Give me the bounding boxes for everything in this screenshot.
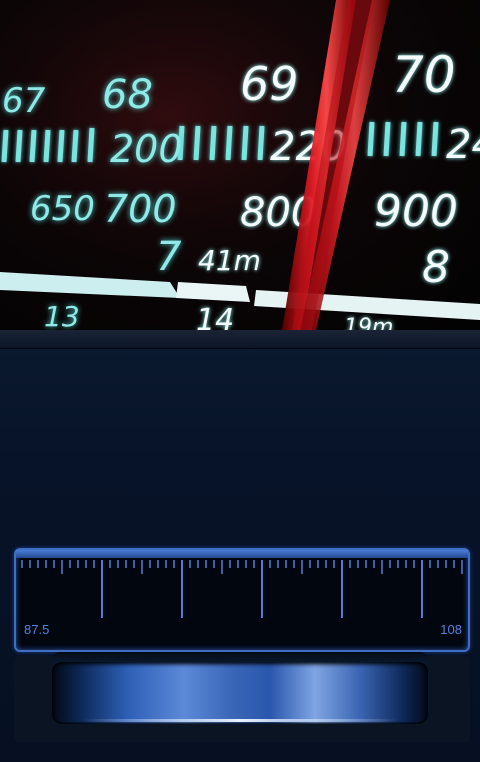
dial-number: 700 bbox=[104, 187, 177, 231]
dial-number: 19m bbox=[344, 315, 393, 330]
dial-number: 900 bbox=[374, 186, 458, 237]
dial-number: 67 bbox=[2, 81, 46, 121]
dial-number: 14 bbox=[196, 303, 234, 330]
dial-number: 8 bbox=[422, 242, 450, 293]
dial-number: 13 bbox=[44, 300, 80, 330]
dial-number: 24 bbox=[446, 122, 480, 168]
tuning-knob[interactable] bbox=[52, 662, 428, 724]
scale-ticks bbox=[21, 560, 463, 618]
analog-dial-image: 67 68 69 70 200 220 2 650 700 800 900 7 … bbox=[0, 0, 480, 330]
scale-max-label: 108 bbox=[440, 622, 462, 637]
dial-number: 70 bbox=[392, 46, 456, 104]
dial-number: 69 bbox=[240, 57, 299, 111]
frequency-scale[interactable]: 87.5 108 bbox=[14, 548, 470, 652]
dial-number: 68 bbox=[102, 72, 153, 118]
dial-number: 200 bbox=[110, 127, 183, 171]
dial-number: 41m bbox=[198, 244, 261, 277]
dial-number: 650 bbox=[30, 189, 95, 229]
scale-min-label: 87.5 bbox=[24, 622, 50, 637]
radio-app: 67 68 69 70 200 220 2 650 700 800 900 7 … bbox=[0, 0, 480, 762]
panel-divider bbox=[0, 330, 480, 349]
dial-number: 7 bbox=[156, 234, 182, 280]
